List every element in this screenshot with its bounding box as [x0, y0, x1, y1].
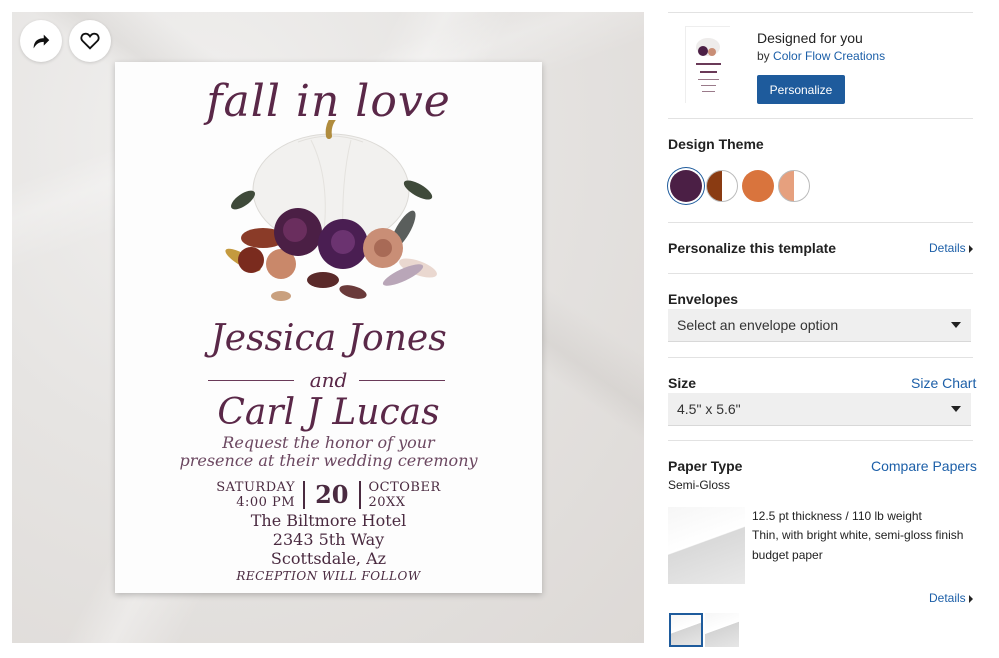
card-year: 20XX	[368, 495, 406, 510]
size-heading: Size	[668, 375, 697, 391]
divider	[668, 440, 973, 441]
compare-papers-link[interactable]: Compare Papers	[871, 458, 977, 474]
caret-right-icon	[968, 244, 973, 253]
card-request-line-1: Request the honor of your	[222, 433, 435, 452]
card-date-block: SATURDAY 4:00 PM 20 OCTOBER 20XX	[115, 480, 542, 510]
designer-by-prefix: by	[757, 49, 770, 63]
product-preview: fall in love Jessica Jones and Carl J Lu…	[12, 12, 644, 643]
card-date-number: 20	[303, 481, 361, 509]
designer-link[interactable]: Color Flow Creations	[773, 49, 885, 63]
size-select[interactable]: 4.5" x 5.6"	[668, 393, 971, 426]
theme-swatch-rust[interactable]	[706, 170, 738, 202]
card-venue: The Biltmore Hotel 2343 5th Way Scottsda…	[115, 511, 542, 568]
paper-option-semi-gloss[interactable]	[669, 613, 703, 647]
chevron-down-icon	[951, 406, 961, 412]
details-label: Details	[929, 241, 966, 255]
card-time: 4:00 PM	[236, 495, 296, 510]
design-thumbnail-image	[686, 27, 731, 104]
card-day: SATURDAY	[216, 480, 296, 495]
chevron-down-icon	[951, 322, 961, 328]
divider	[668, 12, 973, 13]
paper-sample-image	[668, 507, 745, 584]
share-icon	[33, 34, 50, 49]
card-venue-name: The Biltmore Hotel	[250, 511, 407, 530]
design-theme-heading: Design Theme	[668, 136, 764, 152]
designed-for-you: Designed for you	[757, 30, 863, 46]
theme-swatch-orange[interactable]	[742, 170, 774, 202]
paper-desc-finish: Thin, with bright white, semi-gloss fini…	[752, 528, 964, 542]
envelopes-heading: Envelopes	[668, 291, 739, 307]
designer-credit: by Color Flow Creations	[757, 49, 885, 63]
envelope-select-value: Select an envelope option	[677, 317, 839, 333]
caret-right-icon	[968, 594, 973, 603]
card-name-2: Carl J Lucas	[217, 392, 440, 433]
personalize-template-heading: Personalize this template	[668, 240, 837, 256]
card-reception: RECEPTION WILL FOLLOW	[236, 569, 421, 583]
paper-desc-thickness: 12.5 pt thickness / 110 lb weight	[752, 509, 922, 523]
size-chart-link[interactable]: Size Chart	[911, 375, 976, 391]
card-and: and	[309, 368, 348, 392]
divider	[668, 357, 973, 358]
paper-details-link[interactable]: Details	[929, 591, 973, 605]
envelope-select[interactable]: Select an envelope option	[668, 309, 971, 342]
invitation-card: fall in love Jessica Jones and Carl J Lu…	[115, 62, 542, 593]
card-name-1: Jessica Jones	[210, 318, 447, 359]
personalize-button[interactable]: Personalize	[757, 75, 845, 104]
paper-type-selected: Semi-Gloss	[668, 478, 731, 492]
personalize-details-link[interactable]: Details	[929, 241, 973, 255]
design-thumbnail[interactable]	[685, 26, 731, 104]
card-month: OCTOBER	[368, 480, 441, 495]
share-button[interactable]	[20, 20, 62, 62]
paper-option-alt[interactable]	[705, 613, 739, 647]
favorite-button[interactable]	[69, 20, 111, 62]
card-venue-street: 2343 5th Way	[272, 530, 385, 549]
card-venue-city: Scottsdale, Az	[270, 549, 387, 568]
card-request-line-2: presence at their wedding ceremony	[179, 451, 478, 470]
theme-swatch-plum[interactable]	[670, 170, 702, 202]
card-request: Request the honor of your presence at th…	[115, 434, 542, 470]
paper-type-heading: Paper Type	[668, 458, 743, 474]
details-label: Details	[929, 591, 966, 605]
divider	[668, 118, 973, 119]
size-select-value: 4.5" x 5.6"	[677, 401, 741, 417]
divider	[668, 222, 973, 223]
divider-line-right	[359, 380, 445, 381]
paper-desc-budget: budget paper	[752, 548, 823, 562]
pumpkin-floral-illustration	[225, 120, 437, 301]
heart-icon	[80, 32, 100, 50]
theme-swatch-peach[interactable]	[778, 170, 810, 202]
divider	[668, 273, 973, 274]
